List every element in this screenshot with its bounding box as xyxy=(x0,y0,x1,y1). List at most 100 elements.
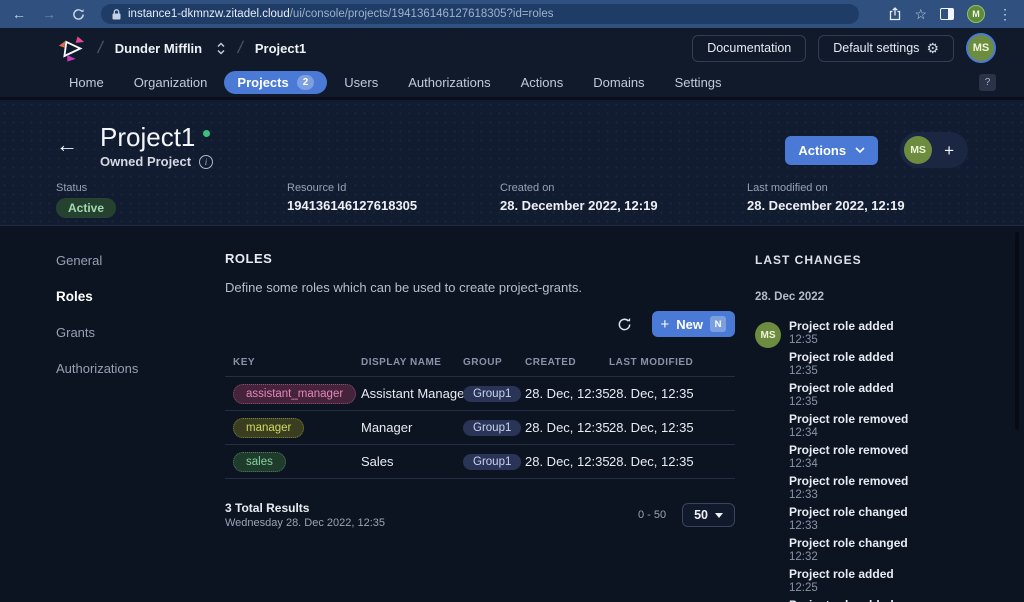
change-text: Project role changed xyxy=(789,506,1000,519)
role-display-name: Manager xyxy=(353,420,455,435)
change-time: 12:35 xyxy=(789,334,1000,347)
tab-label: Users xyxy=(344,75,378,90)
change-entry[interactable]: Project role added 12:35 xyxy=(789,382,1000,409)
change-entry[interactable]: Project role changed 12:33 xyxy=(789,506,1000,533)
group-badge[interactable]: Group1 xyxy=(463,454,521,470)
meta-label: Resource Id xyxy=(287,182,500,194)
sidebar-item[interactable]: Roles xyxy=(56,282,225,311)
nav-tab[interactable]: Users xyxy=(331,71,391,94)
browser-menu-icon[interactable]: ⋮ xyxy=(998,7,1012,21)
breadcrumb-separator: / xyxy=(96,38,105,58)
meta-value: Active xyxy=(56,198,116,218)
nav-tab[interactable]: Organization xyxy=(121,71,221,94)
change-entry[interactable]: Project role changed 12:32 xyxy=(789,537,1000,564)
nav-tab[interactable]: Actions xyxy=(508,71,577,94)
roles-section: ROLES Define some roles which can be use… xyxy=(225,246,735,602)
caret-down-icon xyxy=(715,513,723,518)
role-modified: 28. Dec, 12:35 xyxy=(601,420,735,435)
role-key-badge[interactable]: sales xyxy=(233,452,286,472)
meta-label: Status xyxy=(56,182,287,194)
tab-label: Projects xyxy=(237,75,288,90)
org-name[interactable]: Dunder Mifflin xyxy=(115,41,202,56)
group-badge[interactable]: Group1 xyxy=(463,386,521,402)
meta-label: Created on xyxy=(500,182,747,194)
back-button[interactable]: ← xyxy=(56,134,78,156)
nav-tab[interactable]: Domains xyxy=(580,71,657,94)
url-text: instance1-dkmnzw.zitadel.cloud/ui/consol… xyxy=(128,8,553,20)
change-author-avatar: MS xyxy=(755,322,781,348)
bookmark-star-icon[interactable]: ☆ xyxy=(914,7,927,21)
change-entry[interactable]: Project role removed 12:34 xyxy=(789,413,1000,440)
tab-label: Organization xyxy=(134,75,208,90)
column-header[interactable]: LAST MODIFIED xyxy=(601,349,735,376)
address-bar[interactable]: instance1-dkmnzw.zitadel.cloud/ui/consol… xyxy=(101,4,859,24)
change-time: 12:33 xyxy=(789,489,1000,502)
column-header[interactable]: GROUP xyxy=(455,349,517,376)
table-row[interactable]: sales Sales Group1 28. Dec, 12:35 28. De… xyxy=(225,445,735,479)
change-entry[interactable]: Project role added 12:25 xyxy=(789,568,1000,595)
reload-icon[interactable] xyxy=(72,8,85,21)
nav-tab[interactable]: Projects 2 xyxy=(224,71,327,94)
column-header[interactable]: DISPLAY NAME xyxy=(353,349,455,376)
group-badge[interactable]: Group1 xyxy=(463,420,521,436)
change-text: Project role added xyxy=(789,382,1000,395)
table-row[interactable]: manager Manager Group1 28. Dec, 12:35 28… xyxy=(225,411,735,445)
side-panel-icon[interactable] xyxy=(940,8,954,20)
column-header[interactable]: KEY xyxy=(225,349,353,376)
user-avatar[interactable]: MS xyxy=(966,33,996,63)
project-breadcrumb[interactable]: Project1 xyxy=(255,41,306,56)
change-time: 12:34 xyxy=(789,458,1000,471)
meta-label: Last modified on xyxy=(747,182,905,194)
role-modified: 28. Dec, 12:35 xyxy=(601,386,735,401)
browser-avatar[interactable]: M xyxy=(967,5,985,23)
role-key-badge[interactable]: manager xyxy=(233,418,304,438)
change-text: Project role removed xyxy=(789,475,1000,488)
sidebar-item[interactable]: General xyxy=(56,246,225,275)
change-entry[interactable]: Project role added 12:35 xyxy=(789,351,1000,378)
back-icon[interactable]: ← xyxy=(12,7,26,21)
active-dot-icon xyxy=(203,130,210,137)
role-key-badge[interactable]: assistant_manager xyxy=(233,384,356,404)
org-switcher-icon[interactable] xyxy=(216,41,226,56)
tab-label: Authorizations xyxy=(408,75,490,90)
project-type-label: Owned Project xyxy=(100,154,191,169)
gear-icon: ⚙ xyxy=(926,40,939,57)
share-icon[interactable] xyxy=(889,7,901,21)
new-role-button[interactable]: + New N xyxy=(652,311,736,337)
change-entry[interactable]: Project role removed 12:34 xyxy=(789,444,1000,471)
refresh-icon[interactable] xyxy=(617,317,632,332)
role-modified: 28. Dec, 12:35 xyxy=(601,454,735,469)
scrollbar-thumb[interactable] xyxy=(1015,232,1019,430)
last-changes-panel: LAST CHANGES 28. Dec 2022 MS Project rol… xyxy=(755,246,1000,602)
table-row[interactable]: assistant_manager Assistant Manager Grou… xyxy=(225,377,735,411)
nav-tab[interactable]: Home xyxy=(56,71,117,94)
page-size-select[interactable]: 50 xyxy=(682,503,735,527)
nav-tab[interactable]: Settings xyxy=(662,71,735,94)
info-icon[interactable]: i xyxy=(199,155,213,169)
column-header[interactable]: CREATED xyxy=(517,349,601,376)
actions-button[interactable]: Actions xyxy=(785,136,878,165)
roles-table: KEY DISPLAY NAME GROUP CREATED LAST MODI… xyxy=(225,349,735,479)
project-meta: Status Active Resource Id 19413614612761… xyxy=(56,182,1000,218)
sidebar-item[interactable]: Authorizations xyxy=(56,354,225,383)
sidebar-item[interactable]: Grants xyxy=(56,318,225,347)
help-button[interactable]: ? xyxy=(979,74,996,91)
change-entry[interactable]: Project role added 12:35 xyxy=(789,320,1000,347)
members-pill[interactable]: MS + xyxy=(900,132,968,168)
change-time: 12:35 xyxy=(789,365,1000,378)
documentation-button[interactable]: Documentation xyxy=(692,35,806,62)
change-time: 12:33 xyxy=(789,520,1000,533)
change-entry[interactable]: Project role removed 12:33 xyxy=(789,475,1000,502)
section-description: Define some roles which can be used to c… xyxy=(225,280,735,295)
add-member-icon[interactable]: + xyxy=(944,142,954,159)
total-results: 3 Total Results xyxy=(225,501,385,515)
meta-value: 194136146127618305 xyxy=(287,198,417,213)
nav-tabs: Home Organization Projects 2 Users Autho… xyxy=(0,68,1024,97)
zitadel-logo[interactable] xyxy=(56,35,86,62)
meta-item: Status Active xyxy=(56,182,287,218)
default-settings-button[interactable]: Default settings⚙ xyxy=(818,35,954,62)
nav-tab[interactable]: Authorizations xyxy=(395,71,503,94)
change-text: Project role added xyxy=(789,568,1000,581)
forward-icon[interactable]: → xyxy=(42,7,56,21)
change-time: 12:34 xyxy=(789,427,1000,440)
